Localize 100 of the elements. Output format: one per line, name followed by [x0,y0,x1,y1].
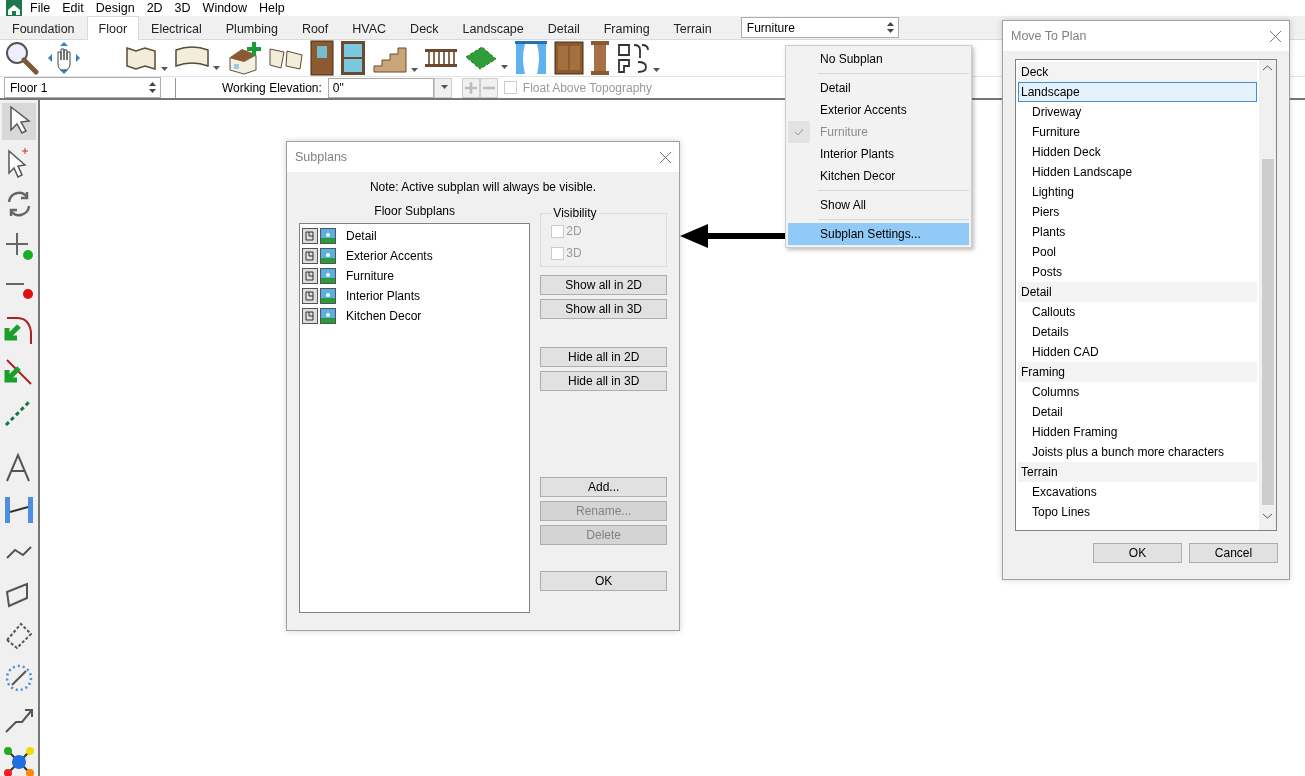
tab[interactable]: Detail [535,16,592,40]
menu-option[interactable]: Exterior Accents [788,99,969,121]
tree-item[interactable]: Pool [1018,242,1257,262]
tree-item[interactable]: Hidden Deck [1018,142,1257,162]
tab[interactable]: Plumbing [213,16,290,40]
tree-item[interactable]: Deck [1018,62,1257,82]
dialog-button[interactable]: Hide all in 3D [540,371,667,391]
scroll-up-icon[interactable] [1263,65,1272,71]
shapes-icon[interactable] [616,42,650,74]
tree-item[interactable]: Detail [1018,282,1257,302]
cabinet-icon[interactable] [554,40,584,76]
tab[interactable]: Deck [398,16,451,40]
tree-item[interactable]: Excavations [1018,482,1257,502]
dialog-button[interactable]: Show all in 3D [540,299,667,319]
house-plus-icon[interactable] [226,40,262,76]
plus-dot-icon[interactable] [3,230,35,262]
column-icon[interactable] [590,40,610,76]
subplan-name[interactable]: Interior Plants [346,289,421,303]
plan-icon[interactable] [302,268,318,284]
search-icon[interactable] [4,40,40,76]
dialog-button[interactable]: OK [1093,543,1182,563]
tab[interactable]: Terrain [661,16,724,40]
caret-icon[interactable] [213,66,220,70]
subplan-name[interactable]: Furniture [346,269,395,283]
molecule-nodes-icon[interactable] [3,746,35,776]
picture-icon[interactable] [320,288,336,304]
tree-item[interactable]: Landscape [1018,82,1257,102]
tab[interactable]: Framing [591,16,662,40]
tab[interactable]: Roof [289,16,341,40]
elevation-input[interactable]: 0" [327,77,434,98]
picture-icon[interactable] [320,268,336,284]
caret-icon[interactable] [653,68,660,72]
tree-item[interactable]: Details [1018,322,1257,342]
tree-item[interactable]: Lighting [1018,182,1257,202]
caret-icon[interactable] [411,68,418,72]
curve-arrow-icon[interactable] [3,314,35,346]
menu-item[interactable]: Help [253,1,291,15]
menu-item[interactable]: Edit [56,1,90,15]
menu-item[interactable]: File [24,1,57,15]
tab[interactable]: Foundation [0,16,87,40]
dialog-button[interactable]: Show all in 2D [540,275,667,295]
tree-item[interactable]: Columns [1018,382,1257,402]
spinner-arrows-icon[interactable] [149,82,156,93]
door-icon[interactable] [310,40,334,76]
tree-item[interactable]: Hidden CAD [1018,342,1257,362]
subplan-select[interactable]: Furniture [740,17,899,38]
tree-item[interactable]: Posts [1018,262,1257,282]
tree-item[interactable]: Hidden Framing [1018,422,1257,442]
subplan-name[interactable]: Exterior Accents [346,249,433,263]
menu-item[interactable]: Window [196,1,254,15]
plan-icon[interactable] [302,308,318,324]
menu-item[interactable]: 3D [168,1,197,15]
scroll-down-icon[interactable] [1263,513,1272,519]
caret-icon[interactable] [501,65,508,69]
plan-icon[interactable] [302,288,318,304]
pan-hand-icon[interactable] [46,40,82,76]
dialog-button[interactable]: OK [540,571,667,591]
dialog-button[interactable]: Cancel [1189,543,1278,563]
tree-item[interactable]: Joists plus a bunch more characters [1018,442,1257,462]
dialog-button[interactable]: Hide all in 2D [540,347,667,367]
tree-item[interactable]: Driveway [1018,102,1257,122]
tree-item[interactable]: Furniture [1018,122,1257,142]
dialog-button[interactable]: Add... [540,477,667,497]
picture-icon[interactable] [320,308,336,324]
menu-option[interactable]: No Subplan [788,48,969,70]
diamond-frame-icon[interactable] [3,620,35,652]
scrollbar[interactable] [1259,60,1276,530]
dimension-icon[interactable] [3,494,35,526]
curtains-icon[interactable] [514,40,548,76]
caret-icon[interactable] [161,67,168,71]
tab[interactable]: Electrical [139,16,214,40]
floor-select[interactable]: Floor 1 [4,77,161,98]
spinner-arrows-icon[interactable] [886,22,894,33]
subplan-name[interactable]: Kitchen Decor [346,309,422,323]
tree-item[interactable]: Detail [1018,402,1257,422]
picture-icon[interactable] [320,228,336,244]
tree-item[interactable]: Plants [1018,222,1257,242]
menu-option[interactable]: Kitchen Decor [788,165,969,187]
picture-icon[interactable] [320,248,336,264]
window-icon[interactable] [340,40,366,76]
menu-option[interactable]: Subplan Settings... [788,223,969,245]
tree-item[interactable]: Hidden Landscape [1018,162,1257,182]
tab[interactable]: Floor [86,16,140,40]
tab[interactable]: Landscape [450,16,536,40]
menu-option[interactable]: Detail [788,77,969,99]
plan-icon[interactable] [302,248,318,264]
menu-option[interactable]: Interior Plants [788,143,969,165]
tab[interactable]: HVAC [340,16,399,40]
subplan-name[interactable]: Detail [346,229,377,243]
menu-item[interactable]: Design [89,1,141,15]
caret-icon[interactable] [440,84,448,89]
close-icon[interactable] [1270,30,1281,42]
close-icon[interactable] [660,151,671,163]
plan-icon[interactable] [302,228,318,244]
menu-item[interactable]: 2D [140,1,169,15]
railing-icon[interactable] [424,46,458,70]
tree-item[interactable]: Topo Lines [1018,502,1257,522]
tree-item[interactable]: Piers [1018,202,1257,222]
tree-item[interactable]: Callouts [1018,302,1257,322]
tree-item[interactable]: Terrain [1018,462,1257,482]
